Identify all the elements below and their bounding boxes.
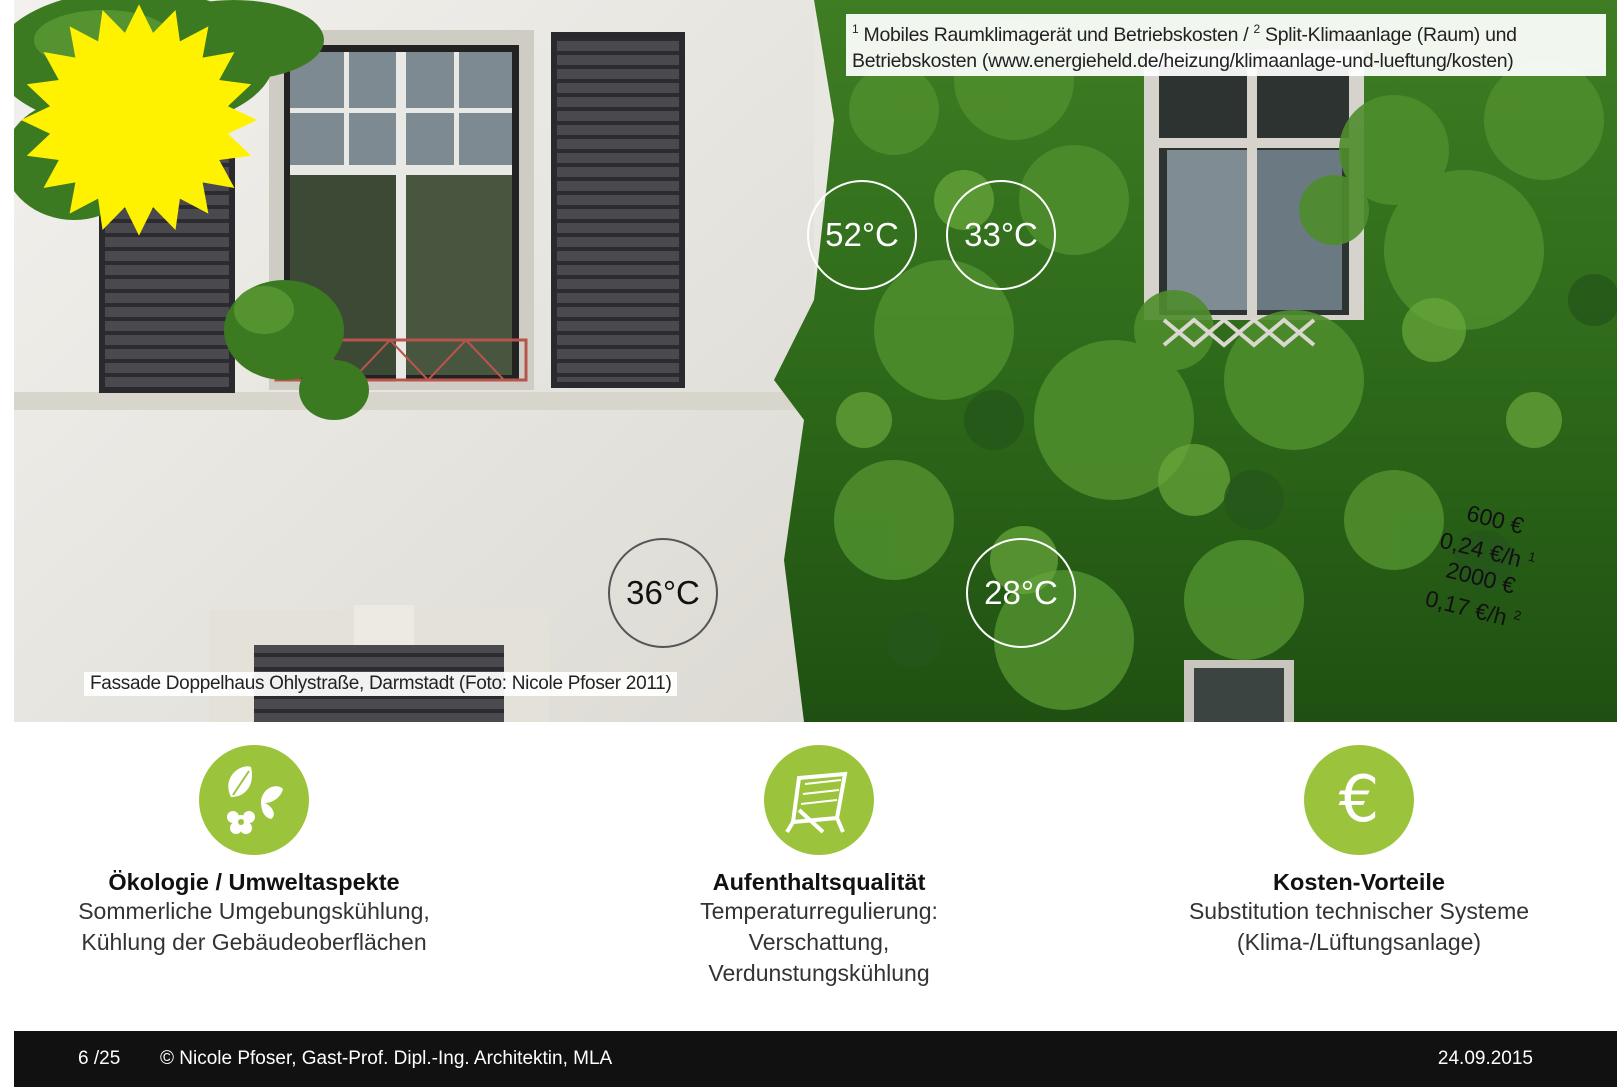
temperature-ivy-upper: 33°C (946, 180, 1056, 290)
feature-costs-title: Kosten-Vorteile (1273, 869, 1445, 895)
feature-costs-line-2: (Klima-/Lüftungsanlage) (1236, 929, 1482, 955)
photo-caption: Fassade Doppelhaus Ohlystraße, Darmstadt… (84, 672, 678, 696)
facade-photo: 1 Mobiles Raumklimagerät und Betriebskos… (14, 0, 1617, 722)
feature-quality: Aufenthaltsqualität Temperaturregulierun… (579, 745, 1059, 989)
feature-ecology-line-2: Kühlung der Gebäudeoberflächen (81, 929, 427, 955)
temperature-wall-upper: 52°C (807, 180, 917, 290)
feature-quality-line-1: Temperaturregulierung: (700, 898, 938, 924)
footnote: 1 Mobiles Raumklimagerät und Betriebskos… (846, 14, 1606, 76)
temperature-wall-lower: 36°C (608, 538, 718, 648)
feature-ecology: Ökologie / Umweltaspekte Sommerliche Umg… (14, 745, 494, 958)
feature-quality-line-2: Verschattung, (748, 929, 890, 955)
slide-footer: 6 /25 © Nicole Pfoser, Gast-Prof. Dipl.-… (14, 1031, 1617, 1087)
footnote-text-1: Mobiles Raumklimagerät und Betriebskoste… (863, 24, 1249, 46)
feature-costs: € Kosten-Vorteile Substitution technisch… (1119, 745, 1599, 958)
slide-date: 24.09.2015 (1437, 1048, 1533, 1069)
feature-quality-title: Aufenthaltsqualität (712, 869, 926, 895)
deck-chair-icon (764, 745, 874, 855)
page-number: 6 /25 (78, 1048, 121, 1069)
footnote-ref-1: 1 (852, 22, 859, 36)
feature-ecology-line-1: Sommerliche Umgebungskühlung, (78, 898, 430, 924)
temperature-ivy-lower: 28°C (966, 538, 1076, 648)
footnote-ref-2: 2 (1253, 22, 1261, 36)
euro-icon: € (1304, 745, 1414, 855)
slide: 1 Mobiles Raumklimagerät und Betriebskos… (14, 0, 1617, 1087)
feature-quality-line-3: Verdunstungskühlung (708, 960, 930, 986)
feature-costs-line-1: Substitution technischer Systeme (1188, 898, 1530, 924)
leaf-butterfly-flower-icon (199, 745, 309, 855)
cost-starburst (21, 4, 257, 236)
author-credit: © Nicole Pfoser, Gast-Prof. Dipl.-Ing. A… (160, 1048, 613, 1069)
feature-ecology-title: Ökologie / Umweltaspekte (108, 869, 400, 895)
